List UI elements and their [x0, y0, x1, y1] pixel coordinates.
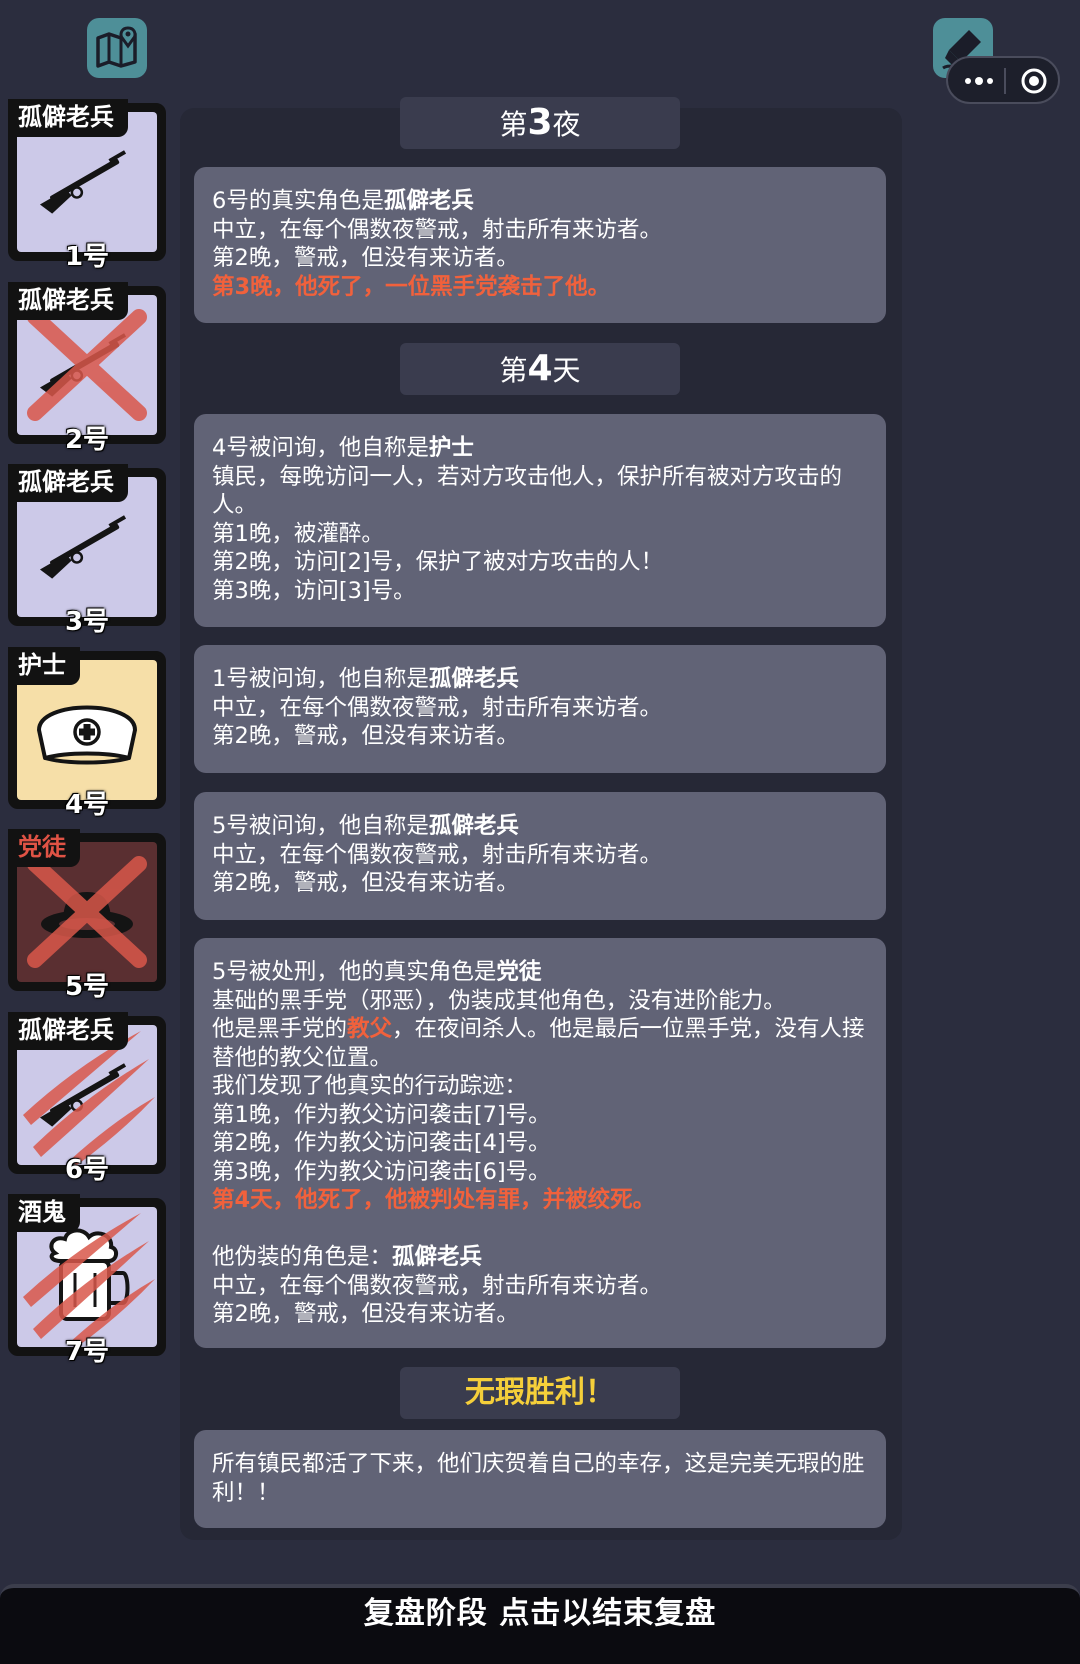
log-line: 他伪装的角色是：孤僻老兵 [212, 1243, 868, 1272]
log-text: 1号被问询，他自称是 [212, 666, 429, 692]
player-card-3[interactable]: 孤僻老兵 3号 [8, 464, 166, 637]
log-line: 镇民，每晚访问一人，若对方攻击他人，保护所有被对方攻击的人。 [212, 463, 843, 519]
role-name: 孤僻老兵 [383, 188, 474, 214]
role-name: 护士 [428, 435, 474, 461]
header-number: 3 [527, 102, 553, 143]
dead-cross-icon [27, 309, 147, 421]
log-entry: 6号的真实角色是孤僻老兵 中立，在每个偶数夜警戒，射击所有来访者。 第2晚，警戒… [194, 167, 886, 323]
death-line: 第3晚，他死了，一位黑手党袭击了他。 [212, 273, 611, 300]
log-text: 4号被问询，他自称是 [212, 435, 429, 461]
log-line: 中立，在每个偶数夜警戒，射击所有来访者。 [212, 841, 663, 868]
role-tag: 孤僻老兵 [8, 464, 128, 502]
capsule-divider [1004, 68, 1006, 94]
player-number: 6号 [64, 1155, 110, 1185]
victory-header: 无瑕胜利！ [400, 1367, 680, 1419]
role-tag: 孤僻老兵 [8, 282, 128, 320]
player-number: 4号 [64, 790, 110, 820]
role-name: 党徒 [496, 959, 542, 985]
mini-program-capsule [946, 56, 1060, 104]
day-4-header: 第4天 [400, 343, 680, 395]
log-entry: 1号被问询，他自称是孤僻老兵 中立，在每个偶数夜警戒，射击所有来访者。 第2晚，… [194, 645, 886, 773]
log-line: 第2晚，作为教父访问袭击[4]号。 [212, 1130, 551, 1156]
log-text: 5号被问询，他自称是 [212, 813, 429, 839]
death-line: 第4天，他死了，他被判处有罪，并被绞死。 [212, 1187, 656, 1213]
role-tag: 孤僻老兵 [8, 99, 128, 137]
map-pin-icon [96, 26, 137, 68]
role-tag: 酒鬼 [8, 1194, 80, 1232]
log-line: 第1晚，被灌醉。 [212, 520, 384, 547]
header-prefix: 第 [499, 108, 528, 141]
log-line: 中立，在每个偶数夜警戒，射击所有来访者。 [212, 1272, 663, 1299]
role-name: 孤僻老兵 [392, 1244, 483, 1270]
log-line: 4号被问询，他自称是护士 [212, 434, 868, 463]
log-text: 他是黑手党的 [212, 1016, 348, 1042]
log-entry: 5号被处刑，他的真实角色是党徒 基础的黑手党（邪恶），伪装成其他角色，没有进阶能… [194, 938, 886, 1348]
log-line: 第2晚，警戒，但没有来访者。 [212, 245, 519, 271]
player-card-4[interactable]: 护士 4号 [8, 647, 166, 820]
player-card-5[interactable]: 党徒 5号 [8, 829, 166, 1002]
end-replay-button[interactable]: 复盘阶段 点击以结束复盘 [0, 1584, 1080, 1664]
log-line: 1号被问询，他自称是孤僻老兵 [212, 665, 868, 694]
log-line: 第2晚，访问[2]号，保护了被对方攻击的人！ [212, 549, 664, 575]
header-suffix: 夜 [552, 108, 581, 141]
role-name: 孤僻老兵 [428, 813, 519, 839]
player-number: 7号 [64, 1337, 110, 1367]
header-prefix: 第 [499, 354, 528, 387]
role-name: 孤僻老兵 [428, 666, 519, 692]
log-line: 第2晚，警戒，但没有来访者。 [212, 1301, 519, 1327]
log-line: 第2晚，警戒，但没有来访者。 [212, 723, 519, 749]
header-suffix: 天 [552, 354, 581, 387]
log-line: 中立，在每个偶数夜警戒，射击所有来访者。 [212, 694, 663, 721]
player-card-7[interactable]: 酒鬼 7号 [8, 1194, 166, 1367]
log-entry: 4号被问询，他自称是护士 镇民，每晚访问一人，若对方攻击他人，保护所有被对方攻击… [194, 414, 886, 627]
log-entry: 5号被问询，他自称是孤僻老兵 中立，在每个偶数夜警戒，射击所有来访者。 第2晚，… [194, 792, 886, 920]
log-text: 他伪装的角色是： [212, 1244, 393, 1270]
role-tag: 党徒 [8, 829, 80, 867]
role-tag: 孤僻老兵 [8, 1012, 128, 1050]
log-text: 5号被处刑，他的真实角色是 [212, 959, 497, 985]
header-number: 4 [527, 348, 553, 389]
player-number: 5号 [64, 972, 110, 1002]
player-number: 1号 [64, 242, 110, 272]
player-number: 3号 [64, 607, 110, 637]
log-line: 第3晚，作为教父访问袭击[6]号。 [212, 1158, 551, 1185]
log-line: 所有镇民都活了下来，他们庆贺着自己的幸存，这是完美无瑕的胜利！！ [212, 1451, 865, 1506]
role-tag: 护士 [8, 647, 80, 685]
more-dots-icon[interactable] [962, 74, 996, 88]
log-entry: 所有镇民都活了下来，他们庆贺着自己的幸存，这是完美无瑕的胜利！！ [194, 1430, 886, 1528]
log-line: 第1晚，作为教父访问袭击[7]号。 [212, 1101, 551, 1128]
log-line: 5号被处刑，他的真实角色是党徒 [212, 958, 868, 987]
player-number: 2号 [64, 425, 110, 455]
player-card-2[interactable]: 孤僻老兵 2号 [8, 282, 166, 455]
log-line: 6号的真实角色是孤僻老兵 [212, 187, 868, 216]
log-line: 基础的黑手党（邪恶），伪装成其他角色，没有进阶能力。 [212, 987, 786, 1014]
target-circle-icon[interactable] [1020, 67, 1048, 95]
dead-cross-icon [27, 856, 147, 968]
log-line: 第2晚，警戒，但没有来访者。 [212, 870, 519, 896]
log-line: 中立，在每个偶数夜警戒，射击所有来访者。 [212, 216, 663, 243]
map-button[interactable] [87, 18, 147, 78]
log-line: 5号被问询，他自称是孤僻老兵 [212, 812, 868, 841]
log-line: 第3晚，访问[3]号。 [212, 577, 416, 604]
log-line: 我们发现了他真实的行动踪迹： [212, 1073, 528, 1099]
player-card-1[interactable]: 孤僻老兵 1号 [8, 99, 166, 272]
night-3-header: 第3夜 [400, 97, 680, 149]
claw-marks-icon [23, 1031, 155, 1165]
role-highlight: 教父 [347, 1016, 393, 1042]
player-card-6[interactable]: 孤僻老兵 6号 [8, 1012, 166, 1185]
log-text: 6号的真实角色是 [212, 188, 384, 214]
log-line: 他是黑手党的教父，在夜间杀人。他是最后一位黑手党，没有人接替他的教父位置。 [212, 1015, 868, 1072]
